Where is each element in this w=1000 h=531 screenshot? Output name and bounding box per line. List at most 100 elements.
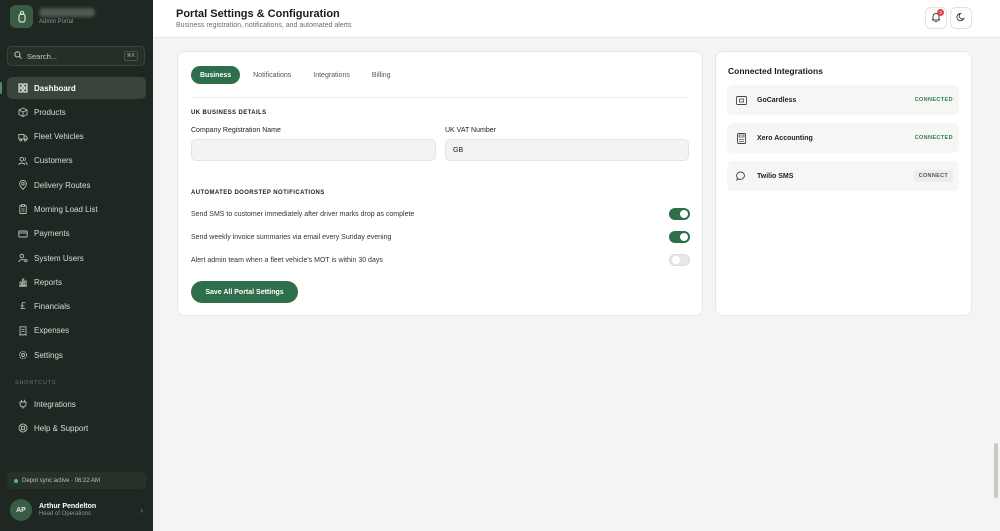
sidebar-item-label: Reports <box>34 277 63 287</box>
notifications-button[interactable]: 3 <box>925 7 947 29</box>
sidebar-item-help-support[interactable]: Help & Support <box>7 417 146 439</box>
settings-card: Business Notifications Integrations Bill… <box>177 51 703 316</box>
search-placeholder: Search... <box>27 51 58 61</box>
tab-business[interactable]: Business <box>191 66 241 84</box>
integrations-title: Connected Integrations <box>728 66 823 76</box>
sidebar-item-label: Dashboard <box>34 83 76 93</box>
box-icon <box>18 107 28 118</box>
status-badge: CONNECTED <box>914 97 953 103</box>
toggle-label: Alert admin team when a fleet vehicle's … <box>191 256 383 264</box>
status-badge: CONNECTED <box>914 135 953 141</box>
sidebar-item-integrations[interactable]: Integrations <box>7 393 146 415</box>
toggle-label: Send SMS to customer immediately after d… <box>191 210 415 218</box>
card-icon <box>733 92 749 108</box>
page-header: Portal Settings & Configuration Business… <box>153 0 1000 38</box>
sidebar-item-payments[interactable]: Payments <box>7 223 146 245</box>
sidebar-item-label: Financials <box>34 302 71 312</box>
integration-name: Twilio SMS <box>757 172 794 180</box>
sidebar-item-customers[interactable]: Customers <box>7 150 146 172</box>
settings-tabs: Business Notifications Integrations Bill… <box>191 66 689 98</box>
sidebar-item-settings[interactable]: Settings <box>7 344 146 366</box>
sync-status: Depot sync active · 06:22 AM <box>7 472 146 489</box>
tab-billing[interactable]: Billing <box>363 66 400 84</box>
theme-toggle-button[interactable] <box>950 7 972 29</box>
mot-alert-toggle[interactable] <box>669 254 690 266</box>
page-subtitle: Business registration, notifications, an… <box>176 22 352 29</box>
sidebar-item-label: Payments <box>34 229 70 239</box>
sidebar-nav: Dashboard Products Fleet Vehicles Custom… <box>0 77 146 369</box>
sidebar-item-products[interactable]: Products <box>7 101 146 123</box>
bar-chart-icon <box>18 277 28 288</box>
toggle-row: Send weekly invoice summaries via email … <box>191 229 690 245</box>
map-pin-icon <box>18 180 28 191</box>
receipt-icon <box>18 326 28 336</box>
message-icon <box>733 168 749 184</box>
sms-on-complete-toggle[interactable] <box>669 208 690 220</box>
users-icon <box>18 156 28 166</box>
doorstep-notifications-heading: AUTOMATED DOORSTEP NOTIFICATIONS <box>191 190 325 196</box>
company-reg-label: Company Registration Name <box>191 127 281 134</box>
sidebar-item-label: Customers <box>34 156 73 166</box>
integration-row-gocardless[interactable]: GoCardless CONNECTED <box>727 85 959 115</box>
sidebar-item-label: Delivery Routes <box>34 180 91 190</box>
user-cog-icon <box>18 253 28 263</box>
vat-number-input[interactable]: GB <box>445 139 689 161</box>
weekly-invoice-toggle[interactable] <box>669 231 690 243</box>
uk-business-details-heading: UK BUSINESS DETAILS <box>191 110 267 116</box>
sidebar-item-morning-load-list[interactable]: Morning Load List <box>7 198 146 220</box>
sidebar-item-label: Products <box>34 107 66 117</box>
page-scrollbar[interactable] <box>994 443 998 498</box>
toggle-row: Send SMS to customer immediately after d… <box>191 206 690 222</box>
clipboard-icon <box>18 204 28 215</box>
integrations-card: Connected Integrations GoCardless CONNEC… <box>715 51 972 316</box>
sidebar-item-label: Expenses <box>34 326 70 336</box>
page-title: Portal Settings & Configuration <box>176 8 340 20</box>
user-role: Head of Operations <box>39 511 92 517</box>
sidebar: Admin Portal Search... ⌘K Dashboard Prod… <box>0 0 153 531</box>
search-input[interactable]: Search... ⌘K <box>7 46 145 66</box>
user-name: Arthur Pendelton <box>39 503 97 510</box>
chevron-right-icon: › <box>140 505 143 515</box>
grid-icon <box>18 83 28 93</box>
moon-icon <box>956 12 966 24</box>
sidebar-item-financials[interactable]: £ Financials <box>7 296 146 318</box>
avatar: AP <box>10 499 32 521</box>
notification-badge: 3 <box>937 9 944 16</box>
sidebar-item-dashboard[interactable]: Dashboard <box>0 77 146 99</box>
credit-card-icon <box>18 229 28 239</box>
integration-name: GoCardless <box>757 96 797 104</box>
brand[interactable]: Admin Portal <box>10 5 95 28</box>
vat-number-label: UK VAT Number <box>445 127 496 134</box>
sidebar-item-expenses[interactable]: Expenses <box>7 320 146 342</box>
logo-icon <box>10 5 33 28</box>
tab-integrations[interactable]: Integrations <box>304 66 359 84</box>
sidebar-item-label: Morning Load List <box>34 204 98 214</box>
truck-icon <box>18 132 28 142</box>
company-reg-input[interactable] <box>191 139 436 161</box>
user-profile[interactable]: AP Arthur Pendelton Head of Operations › <box>10 497 143 523</box>
integration-row-twilio[interactable]: Twilio SMS CONNECT <box>727 161 959 191</box>
tab-notifications[interactable]: Notifications <box>244 66 300 84</box>
sidebar-item-delivery-routes[interactable]: Delivery Routes <box>7 174 146 196</box>
integration-row-xero[interactable]: Xero Accounting CONNECTED <box>727 123 959 153</box>
calculator-icon <box>733 130 749 146</box>
brand-subtitle: Admin Portal <box>39 19 74 25</box>
sidebar-item-label: Settings <box>34 350 63 360</box>
sync-status-text: Depot sync active · 06:22 AM <box>22 477 101 484</box>
shortcuts-section-label: SHORTCUTS <box>15 380 57 386</box>
connect-button[interactable]: CONNECT <box>913 170 953 182</box>
sidebar-item-reports[interactable]: Reports <box>7 271 146 293</box>
lifebuoy-icon <box>18 423 28 433</box>
shortcuts-nav: Integrations Help & Support <box>7 393 146 442</box>
sidebar-item-label: Help & Support <box>34 423 89 433</box>
search-shortcut: ⌘K <box>123 51 138 61</box>
brand-name-blurred <box>39 8 95 17</box>
sidebar-item-label: Fleet Vehicles <box>34 132 84 142</box>
integration-name: Xero Accounting <box>757 134 813 142</box>
sidebar-item-system-users[interactable]: System Users <box>7 247 146 269</box>
toggle-row: Alert admin team when a fleet vehicle's … <box>191 252 690 268</box>
save-settings-button[interactable]: Save All Portal Settings <box>191 281 298 303</box>
sidebar-item-label: Integrations <box>34 399 76 409</box>
sidebar-item-fleet-vehicles[interactable]: Fleet Vehicles <box>7 126 146 148</box>
search-icon <box>14 51 22 61</box>
